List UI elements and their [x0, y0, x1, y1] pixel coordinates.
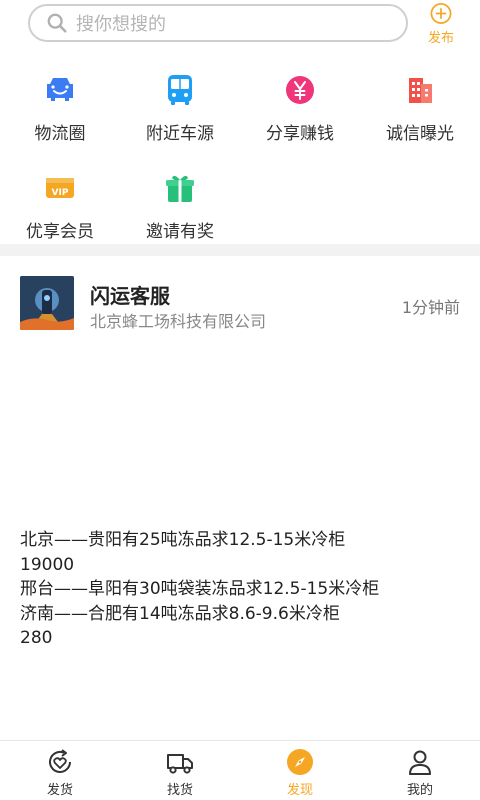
tab-label: 发现 [286, 783, 313, 798]
publish-button[interactable]: 发布 [418, 2, 464, 46]
header: 搜你想搜的 发布 [0, 0, 480, 52]
function-grid: 物流圈 附近车源 分享赚钱 诚信曝光 VIP 优享会员 邀请有奖 [0, 64, 480, 242]
grid-item-label: 邀请有奖 [146, 222, 214, 242]
post-line: 280 [20, 628, 53, 648]
avatar[interactable] [20, 276, 74, 330]
search-icon [47, 13, 67, 33]
compass-icon [287, 749, 313, 775]
grid-item-label: 优享会员 [26, 222, 94, 242]
truck-icon [167, 754, 193, 774]
post-card[interactable]: 闪运客服 北京蜂工场科技有限公司 1分钟前 北京——贵阳有25吨冻品求12.5-… [0, 256, 480, 740]
grid-item-label: 诚信曝光 [386, 124, 454, 144]
gift-icon [166, 175, 194, 202]
user-icon [409, 750, 431, 775]
heart-cycle-icon [49, 749, 71, 773]
grid-item-logistics-circle[interactable]: 物流圈 [0, 64, 120, 144]
tab-label: 发货 [46, 783, 73, 798]
plus-circle-icon [430, 3, 452, 24]
post-line: 邢台——阜阳有30吨袋装冻品求12.5-15米冷柜 [20, 579, 380, 599]
post-time: 1分钟前 [401, 298, 460, 317]
grid-item-vip-member[interactable]: VIP 优享会员 [0, 162, 120, 242]
grid-item-nearby-vehicles[interactable]: 附近车源 [120, 64, 240, 144]
post-line: 北京——贵阳有25吨冻品求12.5-15米冷柜 [20, 530, 346, 550]
car-icon [47, 78, 73, 101]
bottom-tab-bar: 发货 找货 发现 我的 [0, 740, 480, 800]
tab-ship[interactable]: 发货 [0, 741, 120, 800]
grid-item-label: 分享赚钱 [266, 124, 334, 144]
post-author: 闪运客服 [90, 284, 170, 308]
vip-card-icon: VIP [46, 178, 74, 198]
post-body: 北京——贵阳有25吨冻品求12.5-15米冷柜 19000 邢台——阜阳有30吨… [20, 528, 460, 651]
search-input[interactable]: 搜你想搜的 [28, 4, 408, 42]
post-line: 济南——合肥有14吨冻品求8.6-9.6米冷柜 [20, 603, 340, 624]
tab-mine[interactable]: 我的 [360, 741, 480, 800]
grid-item-share-earn[interactable]: 分享赚钱 [240, 64, 360, 144]
building-icon [409, 78, 432, 103]
grid-item-label: 附近车源 [146, 124, 214, 144]
bus-icon [168, 75, 192, 105]
avatar-image [20, 276, 74, 330]
tab-label: 找货 [166, 783, 193, 798]
search-placeholder: 搜你想搜的 [76, 14, 166, 35]
grid-item-invite-reward[interactable]: 邀请有奖 [120, 162, 240, 242]
svg-text:VIP: VIP [52, 188, 69, 198]
tab-label: 我的 [406, 783, 433, 798]
section-divider [0, 244, 480, 256]
post-line: 19000 [20, 554, 75, 575]
grid-item-credit-exposure[interactable]: 诚信曝光 [360, 64, 480, 144]
tab-discover[interactable]: 发现 [240, 741, 360, 800]
publish-label: 发布 [427, 31, 454, 46]
tab-find-goods[interactable]: 找货 [120, 741, 240, 800]
post-company: 北京蜂工场科技有限公司 [90, 312, 267, 331]
yuan-coin-icon [286, 76, 314, 104]
grid-item-label: 物流圈 [34, 124, 86, 144]
